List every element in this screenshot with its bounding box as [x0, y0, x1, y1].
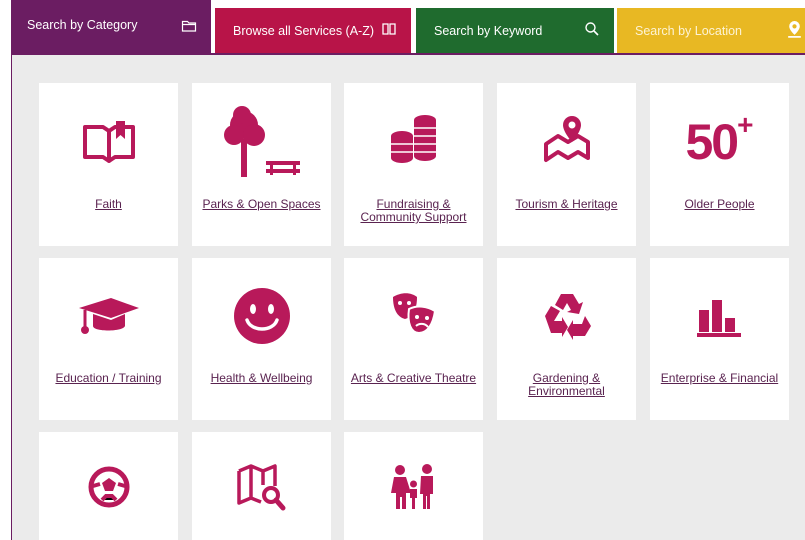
theatre-masks-icon: [344, 288, 483, 344]
category-card-parks[interactable]: Parks & Open Spaces: [192, 83, 331, 246]
tab-search-by-keyword[interactable]: Search by Keyword: [416, 8, 614, 53]
tab-search-by-category[interactable]: Search by Category: [11, 0, 211, 54]
category-card-sport[interactable]: [39, 432, 178, 540]
search-icon: [584, 21, 600, 40]
category-label: Fundraising & Community Support: [360, 197, 467, 224]
category-label: Tourism & Heritage: [515, 197, 618, 211]
category-label: Faith: [95, 197, 122, 211]
category-label: Older People: [684, 197, 755, 211]
category-card-older-people[interactable]: 50 + Older People: [650, 83, 789, 246]
football-icon: [39, 465, 178, 509]
category-card-health[interactable]: Health & Wellbeing: [192, 258, 331, 420]
fifty-plus-icon: 50 +: [685, 109, 754, 170]
tab-browse-az[interactable]: Browse all Services (A-Z): [215, 8, 411, 53]
category-label: Enterprise & Financial: [660, 371, 779, 385]
category-panel: Faith Parks & Open Spaces Fundraising & …: [11, 55, 805, 540]
category-card-map-search[interactable]: [192, 432, 331, 540]
category-card-family[interactable]: [344, 432, 483, 540]
category-card-education[interactable]: Education / Training: [39, 258, 178, 420]
tab-search-by-location[interactable]: Search by Location: [617, 8, 805, 53]
category-card-tourism[interactable]: Tourism & Heritage: [497, 83, 636, 246]
folder-icon: [181, 18, 197, 37]
tab-label: Search by Keyword: [434, 23, 543, 38]
category-label: Education / Training: [55, 371, 162, 385]
book-icon: [381, 21, 397, 40]
category-card-gardening[interactable]: Gardening & Environmental: [497, 258, 636, 420]
search-tabs: Search by Category Browse all Services (…: [0, 0, 805, 54]
smiley-face-icon: [192, 283, 331, 349]
tab-label: Search by Category: [27, 18, 138, 32]
map-search-icon: [192, 462, 331, 512]
tab-label: Search by Location: [635, 23, 743, 38]
recycle-icon: [497, 286, 636, 344]
category-label: Health & Wellbeing: [210, 371, 313, 385]
category-label: Gardening & Environmental: [528, 371, 605, 398]
category-card-faith[interactable]: Faith: [39, 83, 178, 246]
coin-stacks-icon: [344, 111, 483, 167]
location-pin-icon: [786, 20, 803, 42]
tab-label: Browse all Services (A-Z): [233, 23, 374, 38]
category-card-fundraising[interactable]: Fundraising & Community Support: [344, 83, 483, 246]
category-card-arts[interactable]: Arts & Creative Theatre: [344, 258, 483, 420]
category-label: Parks & Open Spaces: [202, 197, 321, 211]
category-label: Arts & Creative Theatre: [350, 371, 477, 385]
tree-bench-icon: [192, 103, 331, 181]
category-card-enterprise[interactable]: Enterprise & Financial: [650, 258, 789, 420]
open-book-icon: [39, 116, 178, 166]
family-icon: [344, 462, 483, 512]
graduation-cap-icon: [39, 292, 178, 342]
bar-chart-icon: [650, 290, 789, 340]
map-pin-icon: [497, 111, 636, 167]
